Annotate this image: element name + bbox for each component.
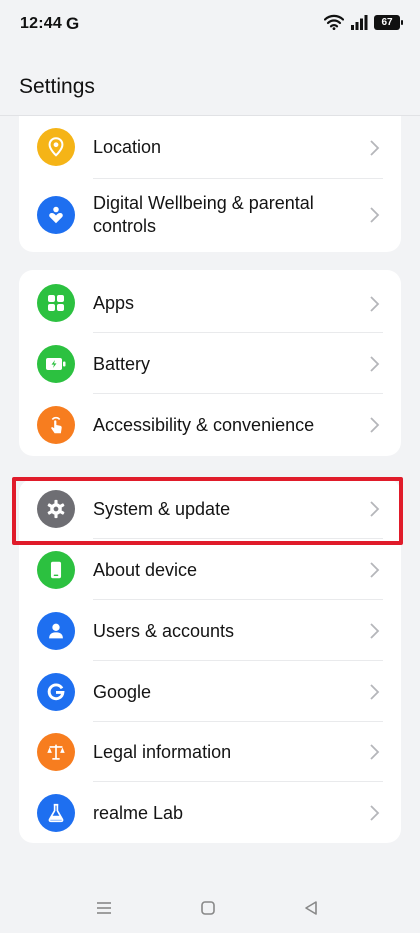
user-icon — [37, 612, 75, 650]
battery-icon — [37, 345, 75, 383]
settings-item-apps[interactable]: Apps — [19, 270, 401, 333]
scales-icon — [37, 733, 75, 771]
chevron-right-icon — [370, 296, 380, 312]
gear-icon — [37, 490, 75, 528]
settings-item-battery[interactable]: Battery — [19, 333, 401, 394]
chevron-right-icon — [370, 207, 380, 223]
accessibility-hand-icon — [37, 406, 75, 444]
status-time: 12:44 — [20, 15, 62, 32]
settings-item-label: Location — [93, 137, 162, 157]
settings-group-3: System & update About device Users & acc… — [19, 479, 401, 843]
flask-icon — [37, 794, 75, 832]
signal-icon — [351, 15, 368, 30]
settings-item-label: Digital Wellbeing & parental controls — [93, 193, 314, 236]
battery-indicator: 67 — [374, 14, 403, 30]
phone-icon — [37, 551, 75, 589]
settings-item-label: Google — [93, 682, 152, 702]
chevron-right-icon — [370, 684, 380, 700]
settings-item-label: Accessibility & convenience — [93, 415, 315, 435]
chevron-right-icon — [370, 623, 380, 639]
settings-item-label: realme Lab — [93, 803, 184, 823]
chevron-right-icon — [370, 417, 380, 433]
google-notification-icon: G — [66, 14, 80, 33]
settings-item-label: Users & accounts — [93, 621, 235, 641]
chevron-right-icon — [370, 356, 380, 372]
wellbeing-heart-icon — [37, 196, 75, 234]
wifi-icon — [324, 14, 344, 30]
settings-item-system-update[interactable]: System & update — [19, 479, 401, 539]
location-icon — [37, 128, 75, 166]
settings-group-1: Location Digital Wellbeing & parental co… — [19, 116, 401, 252]
settings-item-legal-information[interactable]: Legal information — [19, 722, 401, 782]
settings-item-label: Apps — [93, 293, 135, 313]
menu-icon[interactable] — [93, 897, 115, 919]
google-icon — [37, 673, 75, 711]
settings-item-digital-wellbeing[interactable]: Digital Wellbeing & parental controls — [19, 179, 401, 252]
settings-item-location[interactable]: Location — [19, 116, 401, 179]
battery-level: 67 — [381, 16, 393, 28]
chevron-right-icon — [370, 501, 380, 517]
settings-item-label: About device — [93, 560, 198, 580]
settings-item-users-accounts[interactable]: Users & accounts — [19, 600, 401, 661]
settings-item-label: System & update — [93, 499, 231, 519]
chevron-right-icon — [370, 805, 380, 821]
settings-item-realme-lab[interactable]: realme Lab — [19, 782, 401, 843]
settings-item-accessibility[interactable]: Accessibility & convenience — [19, 394, 401, 456]
settings-group-2: Apps Battery Accessibility & convenience — [19, 270, 401, 456]
home-icon[interactable] — [197, 897, 219, 919]
settings-item-google[interactable]: Google — [19, 661, 401, 722]
settings-item-label: Legal information — [93, 742, 232, 762]
apps-grid-icon — [37, 284, 75, 322]
back-icon[interactable] — [300, 897, 322, 919]
status-bar: 12:44 G 67 — [0, 0, 420, 50]
chevron-right-icon — [370, 140, 380, 156]
chevron-right-icon — [370, 562, 380, 578]
settings-item-about-device[interactable]: About device — [19, 539, 401, 600]
chevron-right-icon — [370, 744, 380, 760]
settings-item-label: Battery — [93, 354, 151, 374]
status-icons: 67 — [324, 14, 403, 30]
navigation-bar — [0, 885, 420, 933]
page-title: Settings — [19, 75, 95, 98]
